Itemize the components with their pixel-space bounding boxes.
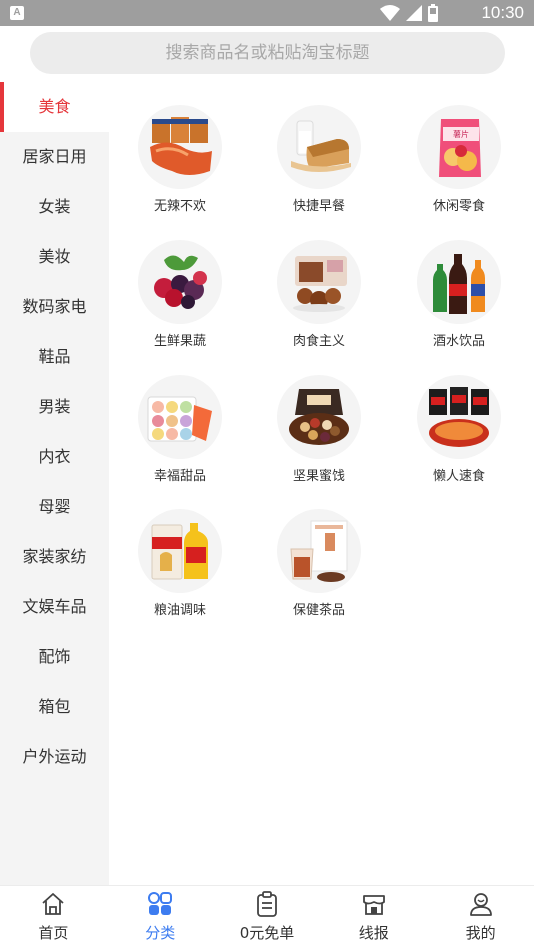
subcategory-label: 保健茶品 <box>292 603 345 618</box>
rice-oil-image <box>138 509 222 593</box>
subcategory-label: 懒人速食 <box>432 469 485 484</box>
subcategory-item[interactable]: 酒水饮品 <box>389 240 529 349</box>
nav-label: 线报 <box>358 924 389 942</box>
search-bar: 搜索商品名或粘贴淘宝标题 <box>0 26 534 82</box>
nav-home[interactable]: 首页 <box>0 886 107 950</box>
sidebar-item-womens-clothing[interactable]: 女装 <box>0 182 109 232</box>
sidebar-item-household[interactable]: 居家日用 <box>0 132 109 182</box>
sidebar-item-accessories[interactable]: 配饰 <box>0 632 109 682</box>
subcategory-item[interactable]: 快捷早餐 <box>249 105 389 214</box>
subcategory-item[interactable]: 坚果蜜饯 <box>249 375 389 484</box>
macarons-image <box>138 375 222 459</box>
sidebar-item-electronics[interactable]: 数码家电 <box>0 282 109 332</box>
sidebar-item-mens-clothing[interactable]: 男装 <box>0 382 109 432</box>
bottom-nav: 首页 分类 0元免单 线报 我的 <box>0 885 534 950</box>
sidebar-item-home-textile[interactable]: 家装家纺 <box>0 532 109 582</box>
nuts-box-image <box>277 375 361 459</box>
nav-free-order[interactable]: 0元免单 <box>214 886 321 950</box>
clipboard-icon <box>257 891 277 917</box>
nav-category[interactable]: 分类 <box>107 886 214 950</box>
berries-image <box>138 240 222 324</box>
bread-milk-image <box>277 105 361 189</box>
subcategory-item[interactable]: 懒人速食 <box>389 375 529 484</box>
subcategory-label: 粮油调味 <box>153 603 206 618</box>
subcategory-item[interactable]: 生鲜果蔬 <box>110 240 250 349</box>
subcategory-item[interactable]: 薯片 休闲零食 <box>389 105 529 214</box>
health-tea-image <box>277 509 361 593</box>
spicy-jerky-image <box>138 105 222 189</box>
subcategory-label: 生鲜果蔬 <box>153 334 206 349</box>
sidebar-item-beauty[interactable]: 美妆 <box>0 232 109 282</box>
sidebar-item-shoes[interactable]: 鞋品 <box>0 332 109 382</box>
subcategory-label: 休闲零食 <box>432 199 485 214</box>
nav-label: 首页 <box>38 924 69 942</box>
sidebar-item-entertainment-car[interactable]: 文娱车品 <box>0 582 109 632</box>
sidebar-item-underwear[interactable]: 内衣 <box>0 432 109 482</box>
battery-icon <box>428 4 438 22</box>
meat-snack-image <box>277 240 361 324</box>
instant-noodles-image <box>417 375 501 459</box>
status-time: 10:30 <box>481 3 524 22</box>
store-icon <box>362 895 385 915</box>
nav-label: 0元免单 <box>239 924 295 942</box>
sidebar-item-outdoor[interactable]: 户外运动 <box>0 732 109 782</box>
search-input[interactable]: 搜索商品名或粘贴淘宝标题 <box>30 32 505 74</box>
subcategory-item[interactable]: 无辣不欢 <box>110 105 250 214</box>
subcategory-label: 坚果蜜饯 <box>292 469 345 484</box>
status-bar: A 10:30 <box>0 0 534 26</box>
nav-deals[interactable]: 线报 <box>320 886 427 950</box>
subcategory-label: 肉食主义 <box>292 334 345 349</box>
nav-profile[interactable]: 我的 <box>427 886 534 950</box>
nav-label: 我的 <box>465 924 496 942</box>
subcategory-item[interactable]: 幸福甜品 <box>110 375 250 484</box>
profile-icon <box>469 893 492 916</box>
sidebar-item-bags[interactable]: 箱包 <box>0 682 109 732</box>
subcategory-label: 无辣不欢 <box>153 199 206 214</box>
soda-bottles-image <box>417 240 501 324</box>
nav-label: 分类 <box>145 924 176 942</box>
sidebar-item-food[interactable]: 美食 <box>0 82 109 132</box>
chips-bag-image: 薯片 <box>417 105 501 189</box>
subcategory-label: 快捷早餐 <box>292 199 345 214</box>
subcategory-item[interactable]: 粮油调味 <box>110 509 250 618</box>
notification-icon: A <box>10 6 24 20</box>
category-icon <box>148 892 173 915</box>
category-sidebar: 美食 居家日用 女装 美妆 数码家电 鞋品 男装 内衣 母婴 家装家纺 文娱车品… <box>0 82 109 885</box>
signal-icon <box>406 5 422 21</box>
subcategory-item[interactable]: 肉食主义 <box>249 240 389 349</box>
subcategory-item[interactable]: 保健茶品 <box>249 509 389 618</box>
home-icon <box>42 893 64 915</box>
sidebar-item-baby[interactable]: 母婴 <box>0 482 109 532</box>
subcategory-label: 幸福甜品 <box>153 469 206 484</box>
wifi-icon <box>380 5 400 21</box>
subcategory-label: 酒水饮品 <box>432 334 485 349</box>
svg-text:薯片: 薯片 <box>453 129 469 139</box>
